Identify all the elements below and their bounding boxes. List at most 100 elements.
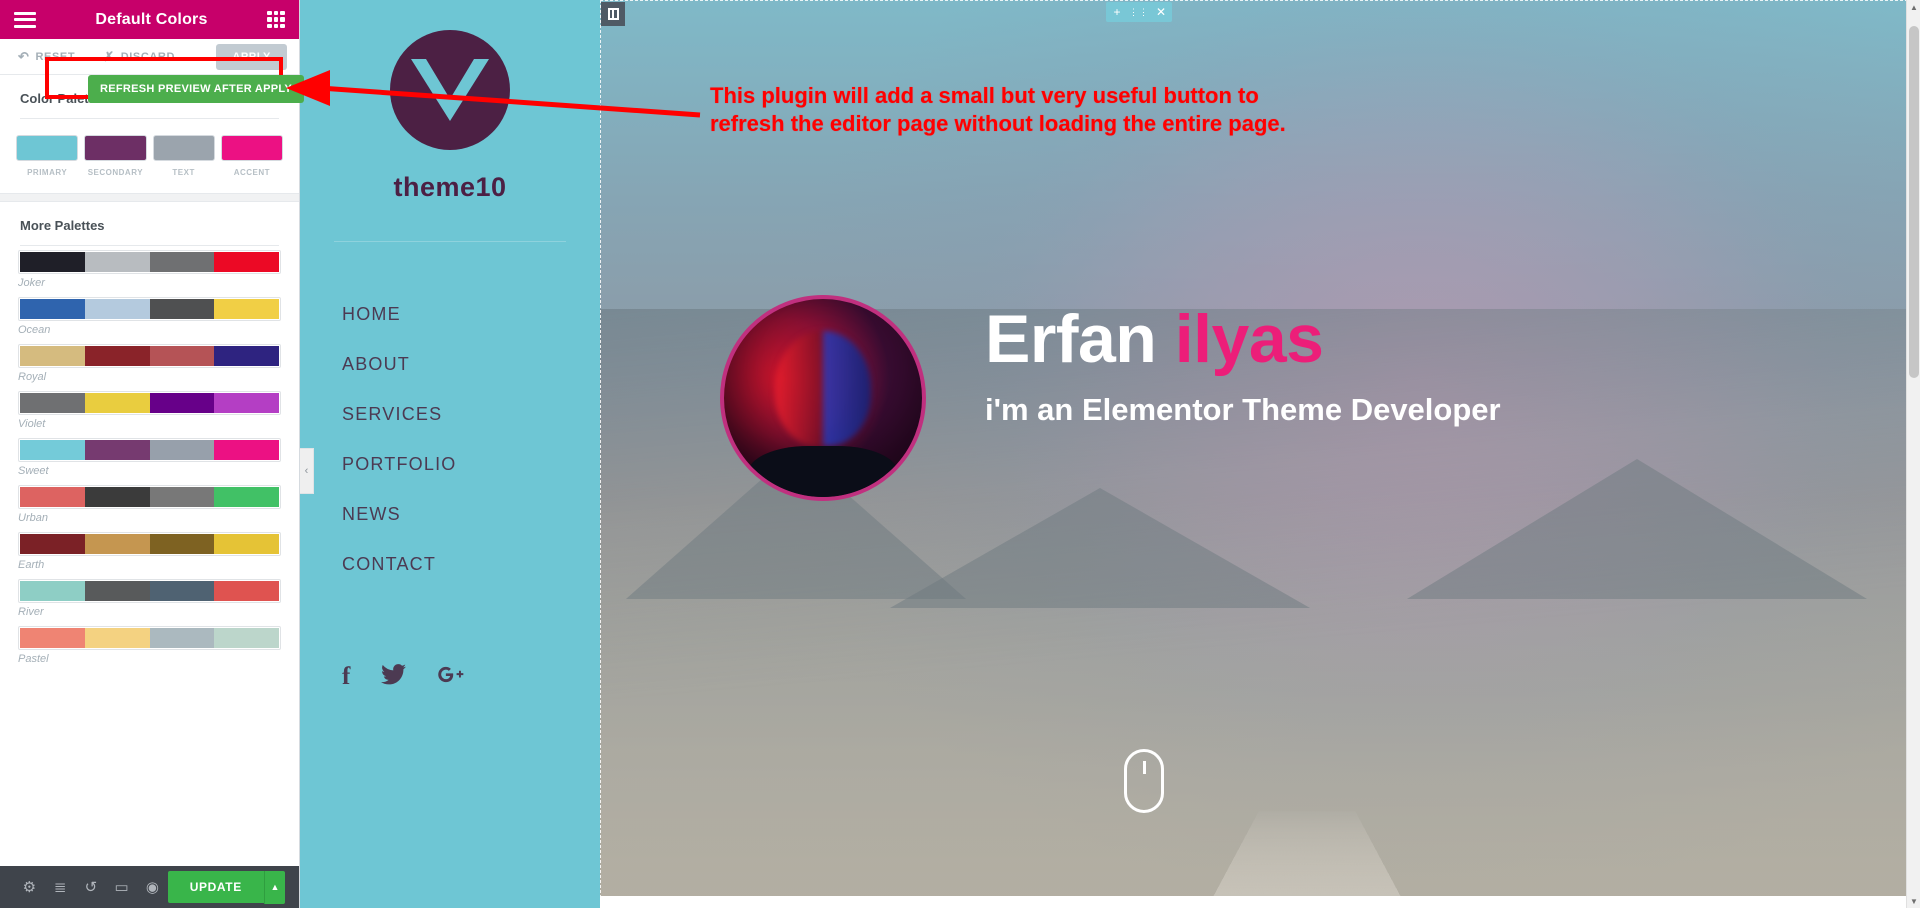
site-logo-text: theme10 xyxy=(393,172,507,202)
section-toolbar[interactable]: + ⋮⋮ ✕ xyxy=(1106,2,1172,22)
grid-icon[interactable] xyxy=(267,10,285,29)
palette-name: Pastel xyxy=(18,653,49,665)
annotation-note: This plugin will add a small but very us… xyxy=(710,82,1470,138)
palette-item-violet[interactable]: Violet xyxy=(18,391,281,430)
palette-swatches[interactable] xyxy=(18,344,281,368)
discard-button[interactable]: ✗ DISCARD xyxy=(97,46,181,67)
scroll-up-arrow[interactable]: ▲ xyxy=(1907,0,1920,14)
panel-footer: ⚙ ≣ ↺ ▭ ◉ UPDATE ▲ xyxy=(0,866,299,908)
palette-name: Sweet xyxy=(18,465,49,477)
discard-icon: ✗ xyxy=(103,49,115,64)
palette-swatches[interactable] xyxy=(18,297,281,321)
more-palettes-title: More Palettes xyxy=(20,218,105,233)
layers-icon[interactable]: ≣ xyxy=(45,866,76,908)
panel-collapse-tab[interactable]: ‹ xyxy=(300,448,314,494)
palette-swatches[interactable] xyxy=(18,579,281,603)
refresh-preview-after-apply-button[interactable]: REFRESH PREVIEW AFTER APPLY xyxy=(88,75,305,103)
palette-item-urban[interactable]: Urban xyxy=(18,485,281,524)
responsive-icon[interactable]: ▭ xyxy=(106,866,137,908)
palette-color xyxy=(20,487,85,507)
update-button[interactable]: UPDATE xyxy=(167,871,264,903)
palette-swatches[interactable] xyxy=(18,250,281,274)
discard-label: DISCARD xyxy=(120,50,175,63)
scroll-down-arrow[interactable]: ▼ xyxy=(1907,894,1920,908)
nav-item-services[interactable]: SERVICES xyxy=(342,404,600,425)
palette-item-river[interactable]: River xyxy=(18,579,281,618)
swatch-accent[interactable]: ACCENT xyxy=(220,135,283,177)
settings-icon[interactable]: ⚙ xyxy=(14,866,45,908)
palette-color xyxy=(149,628,215,648)
preview-icon[interactable]: ◉ xyxy=(137,866,168,908)
palette-color xyxy=(84,628,150,648)
panel-body: Color Palette PRIMARY SECONDARY TEXT ACC… xyxy=(0,75,299,866)
mountain-shape xyxy=(1407,459,1868,600)
palette-item-sweet[interactable]: Sweet xyxy=(18,438,281,477)
scroll-mouse-icon xyxy=(1124,749,1164,813)
column-handle[interactable] xyxy=(601,2,625,26)
palette-color xyxy=(214,487,279,507)
nav-item-home[interactable]: HOME xyxy=(342,304,600,325)
social-links[interactable]: f xyxy=(300,664,600,690)
palette-color xyxy=(20,252,85,272)
scrollbar-thumb[interactable] xyxy=(1909,26,1919,378)
site-nav[interactable]: HOME ABOUT SERVICES PORTFOLIO NEWS CONTA… xyxy=(300,304,600,604)
palette-color xyxy=(214,440,279,460)
palette-name: Violet xyxy=(18,418,46,430)
nav-item-about[interactable]: ABOUT xyxy=(342,354,600,375)
palette-item-joker[interactable]: Joker xyxy=(18,250,281,289)
palette-item-royal[interactable]: Royal xyxy=(18,344,281,383)
annotation-note-line1: This plugin will add a small but very us… xyxy=(710,83,1259,108)
history-icon[interactable]: ↺ xyxy=(76,866,107,908)
palette-swatches[interactable] xyxy=(18,391,281,415)
palette-swatches[interactable] xyxy=(18,438,281,462)
palette-color xyxy=(149,393,215,413)
google-plus-icon[interactable] xyxy=(437,664,464,690)
canvas-bottom-strip xyxy=(600,896,1920,908)
palette-color xyxy=(149,346,215,366)
swatch-primary[interactable]: PRIMARY xyxy=(16,135,79,177)
palette-color xyxy=(149,299,215,319)
palette-color xyxy=(214,628,279,648)
swatch-text-label: TEXT xyxy=(172,168,195,177)
close-section-icon[interactable]: ✕ xyxy=(1150,2,1172,22)
palette-swatches[interactable] xyxy=(18,626,281,650)
hamburger-icon[interactable] xyxy=(14,11,36,28)
palette-color xyxy=(149,581,215,601)
nav-item-news[interactable]: NEWS xyxy=(342,504,600,525)
palette-color xyxy=(214,534,279,554)
palette-list[interactable]: Joker Ocean Royal Violet Sweet Urban Earth Rive… xyxy=(0,246,299,665)
nav-item-contact[interactable]: CONTACT xyxy=(342,554,600,575)
swatch-text[interactable]: TEXT xyxy=(152,135,215,177)
swatch-secondary-box[interactable] xyxy=(84,135,147,161)
swatch-secondary[interactable]: SECONDARY xyxy=(84,135,147,177)
palette-item-ocean[interactable]: Ocean xyxy=(18,297,281,336)
drag-section-icon[interactable]: ⋮⋮ xyxy=(1128,2,1150,22)
palette-item-earth[interactable]: Earth xyxy=(18,532,281,571)
swatch-text-box[interactable] xyxy=(152,135,215,161)
update-caret-icon[interactable]: ▲ xyxy=(263,870,286,904)
annotation-note-line2: refresh the editor page without loading … xyxy=(710,111,1286,137)
panel-title: Default Colors xyxy=(95,10,208,28)
apply-button[interactable]: APPLY xyxy=(216,43,287,70)
palette-color xyxy=(149,440,215,460)
logo-triangle-icon xyxy=(411,59,489,121)
palette-name: Ocean xyxy=(18,324,51,336)
palette-color xyxy=(214,299,279,319)
reset-icon: ↶ xyxy=(18,49,30,64)
facebook-icon[interactable]: f xyxy=(342,664,350,690)
palette-color xyxy=(20,393,85,413)
palette-swatches[interactable] xyxy=(18,532,281,556)
palette-color xyxy=(214,252,279,272)
palette-color xyxy=(20,628,85,648)
swatch-accent-box[interactable] xyxy=(220,135,283,161)
palette-swatches[interactable] xyxy=(18,485,281,509)
reset-button[interactable]: ↶ RESET xyxy=(12,46,81,67)
add-section-icon[interactable]: + xyxy=(1106,2,1128,22)
twitter-icon[interactable] xyxy=(381,664,407,690)
preview-scrollbar[interactable]: ▲ ▼ xyxy=(1906,0,1920,908)
palette-item-pastel[interactable]: Pastel xyxy=(18,626,281,665)
swatch-primary-box[interactable] xyxy=(16,135,79,161)
nav-item-portfolio[interactable]: PORTFOLIO xyxy=(342,454,600,475)
palette-color xyxy=(20,440,85,460)
color-swatch-row[interactable]: PRIMARY SECONDARY TEXT ACCENT xyxy=(0,119,299,183)
